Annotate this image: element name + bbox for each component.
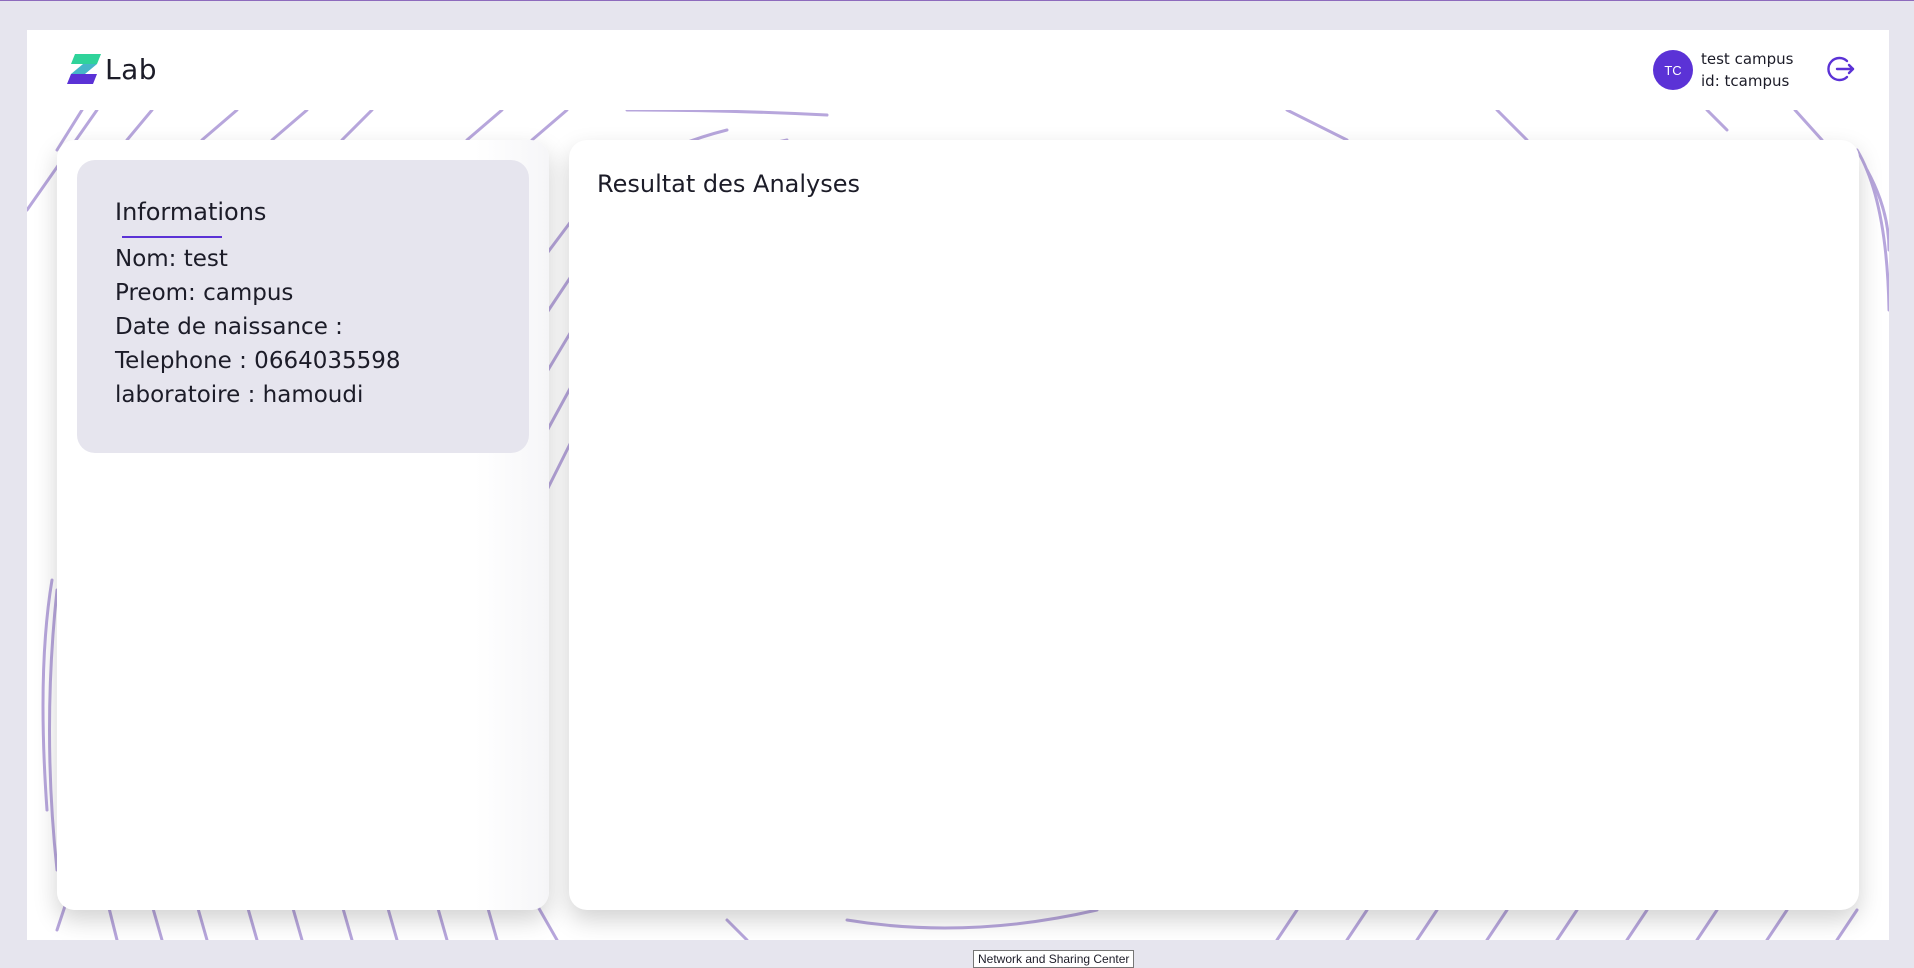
avatar[interactable]: TC xyxy=(1653,50,1693,90)
info-date-naissance: Date de naissance : xyxy=(115,314,343,340)
info-laboratoire: laboratoire : hamoudi xyxy=(115,382,364,408)
info-prenom: Preom: campus xyxy=(115,280,294,306)
info-panel: Informations Nom: test Preom: campus Dat… xyxy=(77,160,529,453)
results-title: Resultat des Analyses xyxy=(597,170,861,198)
info-card: Informations Nom: test Preom: campus Dat… xyxy=(57,140,549,910)
results-card: Resultat des Analyses xyxy=(569,140,1859,910)
info-telephone: Telephone : 0664035598 xyxy=(115,348,401,374)
user-name: test campus xyxy=(1701,50,1794,68)
title-underline xyxy=(122,236,222,238)
lab-logo-icon xyxy=(67,54,101,84)
app-header: Lab TC test campus id: tcampus xyxy=(27,30,1889,110)
info-nom: Nom: test xyxy=(115,246,228,272)
top-border xyxy=(0,0,1914,1)
tooltip: Network and Sharing Center xyxy=(973,950,1135,968)
app-frame: Lab TC test campus id: tcampus Informati… xyxy=(27,30,1889,940)
user-menu[interactable]: TC test campus id: tcampus xyxy=(1653,48,1793,92)
user-info: test campus id: tcampus xyxy=(1701,48,1793,92)
info-list: Nom: test Preom: campus Date de naissanc… xyxy=(115,242,401,412)
user-id: id: tcampus xyxy=(1701,72,1790,90)
info-title: Informations xyxy=(115,198,267,226)
logo[interactable]: Lab xyxy=(67,52,157,86)
logo-text: Lab xyxy=(105,52,158,86)
logout-icon[interactable] xyxy=(1825,54,1855,84)
